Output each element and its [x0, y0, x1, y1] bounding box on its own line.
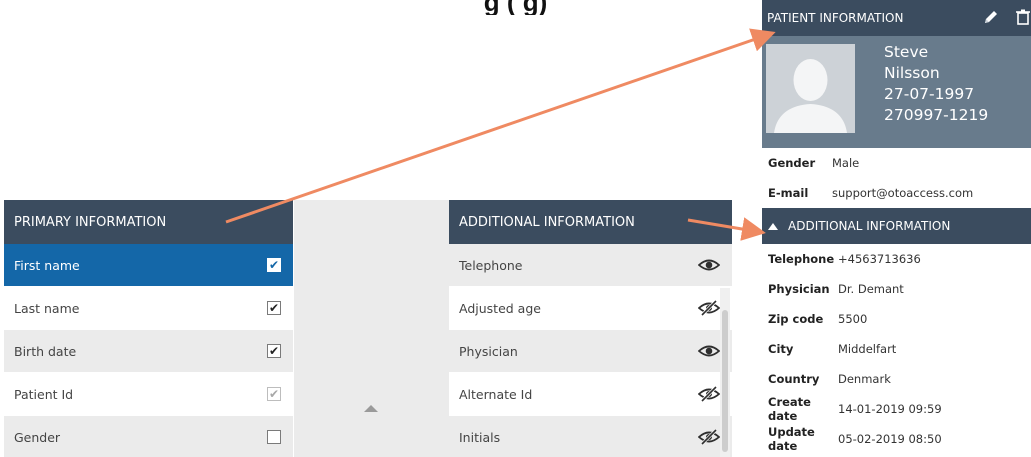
row-label: Patient Id — [14, 386, 74, 402]
field-key: E-mail — [768, 186, 809, 200]
eye-icon[interactable] — [698, 343, 720, 359]
row-label: First name — [14, 257, 80, 273]
trash-delete-icon[interactable] — [1015, 9, 1031, 25]
eye-slash-icon[interactable] — [698, 386, 720, 402]
scrollbar-thumb[interactable] — [722, 310, 728, 452]
additional-information-header: ADDITIONAL INFORMATION — [449, 200, 732, 244]
info-row-zip-code: Zip code 5500 — [762, 304, 1031, 334]
field-value: Denmark — [838, 372, 891, 386]
info-row-country: Country Denmark — [762, 364, 1031, 394]
patient-information-card: PATIENT INFORMATION Steve Nilsson 27-07-… — [762, 0, 1031, 457]
pencil-edit-icon[interactable] — [983, 9, 999, 25]
avatar-placeholder-icon — [766, 44, 855, 133]
field-value: support@otoaccess.com — [832, 186, 974, 200]
field-key: Telephone — [768, 252, 835, 266]
additional-row-initials[interactable]: Initials — [449, 416, 732, 457]
primary-row-first-name[interactable]: First name ✔ — [4, 244, 293, 287]
field-key: Zip code — [768, 312, 824, 326]
additional-row-physician[interactable]: Physician — [449, 330, 732, 373]
field-value: 05-02-2019 08:50 — [838, 432, 942, 446]
eye-slash-icon[interactable] — [698, 300, 720, 316]
additional-information-title: ADDITIONAL INFORMATION — [788, 219, 951, 233]
additional-row-alternate-id[interactable]: Alternate Id — [449, 373, 732, 416]
patient-information-title: PATIENT INFORMATION — [767, 11, 904, 25]
arrow-primary-to-patient — [225, 28, 776, 224]
field-value: Middelfart — [838, 342, 897, 356]
row-label: Telephone — [459, 257, 523, 273]
info-row-email: E-mail support@otoaccess.com — [762, 178, 1031, 208]
primary-row-last-name[interactable]: Last name ✔ — [4, 287, 293, 330]
row-label: Alternate Id — [459, 386, 533, 402]
row-label: Gender — [14, 429, 61, 445]
info-row-physician: Physician Dr. Demant — [762, 274, 1031, 304]
field-key: City — [768, 342, 794, 356]
primary-row-gender[interactable]: Gender — [4, 416, 293, 457]
row-label: Initials — [459, 429, 501, 445]
patient-first-name: Steve — [884, 43, 929, 61]
primary-information-panel: PRIMARY INFORMATION First name ✔ Last na… — [4, 200, 293, 457]
field-value: 14-01-2019 09:59 — [838, 402, 942, 416]
patient-birth-date: 27-07-1997 — [884, 85, 975, 103]
patient-last-name: Nilsson — [884, 64, 940, 82]
field-key: Update date — [768, 425, 815, 453]
checkbox-birth-date[interactable]: ✔ — [267, 344, 281, 358]
primary-row-patient-id[interactable]: Patient Id ✔ — [4, 373, 293, 416]
info-row-gender: Gender Male — [762, 148, 1031, 178]
info-row-telephone: Telephone +4563713636 — [762, 244, 1031, 274]
row-label: Birth date — [14, 343, 77, 359]
field-key: Create date — [768, 395, 811, 423]
row-label: Last name — [14, 300, 80, 316]
checkbox-patient-id: ✔ — [267, 387, 281, 401]
patient-name-block: Steve Nilsson 27-07-1997 270997-1219 — [884, 42, 988, 126]
patient-information-header: PATIENT INFORMATION — [762, 0, 1031, 36]
additional-information-toggle[interactable]: ADDITIONAL INFORMATION — [762, 208, 1031, 244]
primary-information-header: PRIMARY INFORMATION — [4, 200, 293, 244]
checkbox-gender[interactable] — [267, 430, 281, 444]
eye-icon[interactable] — [698, 257, 720, 273]
info-row-update-date: Update date 05-02-2019 08:50 — [762, 424, 1031, 454]
field-key: Physician — [768, 282, 830, 296]
additional-row-telephone[interactable]: Telephone — [449, 244, 732, 287]
move-up-arrow-icon[interactable] — [364, 405, 378, 412]
patient-id: 270997-1219 — [884, 106, 989, 124]
field-key: Country — [768, 372, 820, 386]
field-value: Male — [832, 156, 860, 170]
additional-information-panel: ADDITIONAL INFORMATION Telephone Adjuste… — [449, 200, 732, 457]
field-value: 5500 — [838, 312, 868, 326]
primary-row-birth-date[interactable]: Birth date ✔ — [4, 330, 293, 373]
collapse-triangle-icon — [768, 222, 778, 230]
info-row-city: City Middelfart — [762, 334, 1031, 364]
info-row-create-date: Create date 14-01-2019 09:59 — [762, 394, 1031, 424]
additional-row-adjusted-age[interactable]: Adjusted age — [449, 287, 732, 330]
move-controls-area — [294, 200, 449, 457]
checkbox-last-name[interactable]: ✔ — [267, 301, 281, 315]
row-label: Physician — [459, 343, 518, 359]
field-value: Dr. Demant — [838, 282, 904, 296]
eye-slash-icon[interactable] — [698, 429, 720, 445]
field-value: +4563713636 — [838, 252, 921, 266]
field-key: Gender — [768, 156, 816, 170]
row-label: Adjusted age — [459, 300, 541, 316]
patient-profile: Steve Nilsson 27-07-1997 270997-1219 — [762, 36, 1031, 148]
checkbox-first-name[interactable]: ✔ — [267, 258, 281, 272]
